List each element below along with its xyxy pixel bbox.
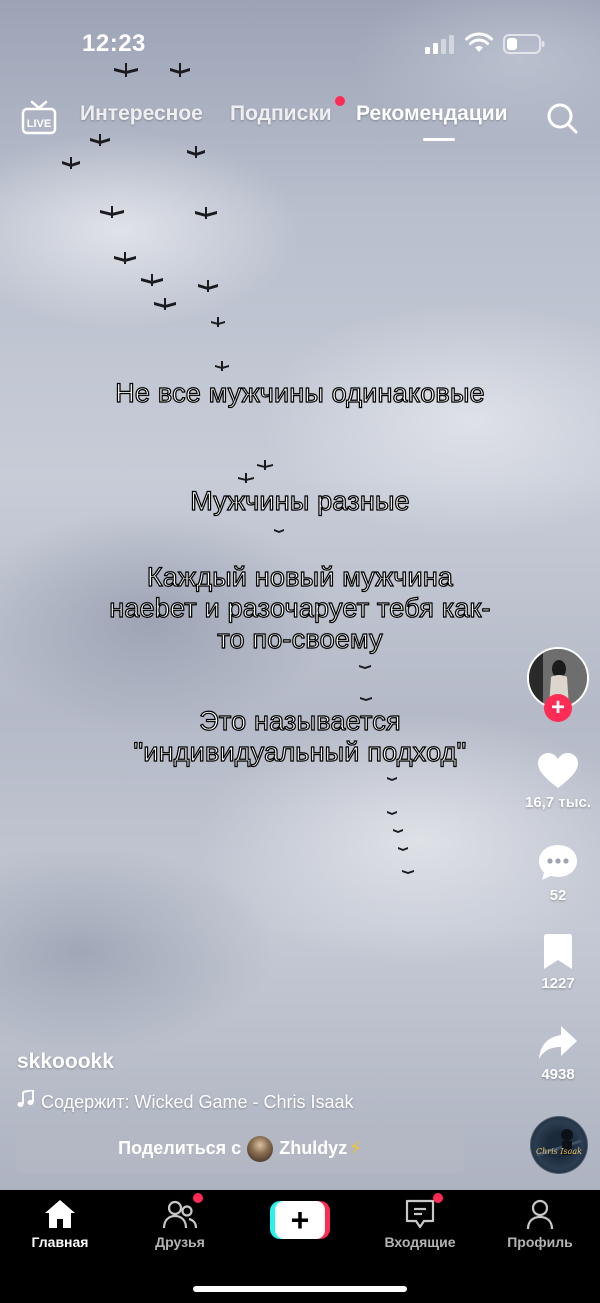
home-icon (45, 1200, 75, 1228)
tab-for-you[interactable]: Рекомендации (356, 102, 508, 126)
favorite-button[interactable]: 1227 (518, 933, 598, 992)
save-count: 1227 (541, 975, 575, 992)
live-label: LIVE (27, 118, 51, 130)
album-art-label: Chris Isaak (536, 1147, 582, 1156)
following-notification-dot (335, 96, 345, 106)
nav-inbox-label: Входящие (384, 1234, 456, 1250)
like-count: 16,7 тыс. (524, 794, 592, 811)
cellular-signal-icon (425, 35, 454, 54)
nav-profile[interactable]: Профиль (490, 1198, 590, 1250)
like-button[interactable]: 16,7 тыс. (518, 752, 598, 811)
comment-icon (539, 845, 577, 880)
music-note-icon (17, 1090, 34, 1107)
tab-explore[interactable]: Интересное (80, 102, 203, 126)
battery-icon (503, 34, 545, 54)
tab-following[interactable]: Подписки (230, 102, 332, 126)
home-indicator (193, 1286, 407, 1292)
status-time: 12:23 (82, 30, 146, 57)
video-caption-line: Это называется "индивидуальный подход" (133, 705, 467, 767)
nav-profile-label: Профиль (507, 1234, 573, 1250)
inbox-notification-dot (433, 1193, 443, 1203)
plus-icon: + (275, 1201, 325, 1239)
friends-notification-dot (193, 1193, 203, 1203)
nav-home[interactable]: Главная (10, 1198, 110, 1250)
video-caption-line: Мужчины разные (190, 485, 411, 516)
share-with-contact-bar[interactable]: Поделиться с Zhuldyz ⚡ (16, 1124, 464, 1173)
share-arrow-icon (539, 1026, 577, 1059)
lightning-emoji: ⚡ (349, 1138, 362, 1158)
contact-name: Zhuldyz (279, 1138, 348, 1158)
active-tab-indicator (423, 138, 455, 141)
comment-count: 52 (549, 887, 567, 904)
top-navigation: LIVE Интересное Подписки Рекомендации (0, 92, 600, 142)
status-bar: 12:23 (0, 0, 600, 80)
wifi-icon (465, 32, 493, 52)
share-count: 4938 (541, 1066, 575, 1083)
bookmark-icon (544, 934, 572, 969)
friends-icon (162, 1200, 198, 1229)
nav-friends[interactable]: Друзья (130, 1198, 230, 1250)
inbox-icon (405, 1199, 435, 1229)
nav-home-label: Главная (31, 1234, 89, 1250)
nav-friends-label: Друзья (155, 1234, 205, 1250)
profile-icon (526, 1199, 554, 1230)
video-caption-line: Не все мужчины одинаковые (115, 377, 486, 408)
music-title: Содержит: Wicked Game - Chris Isaak (41, 1092, 354, 1112)
heart-icon (538, 753, 578, 788)
share-button[interactable]: 4938 (518, 1024, 598, 1083)
nav-inbox[interactable]: Входящие (370, 1198, 470, 1250)
music-disc-button[interactable]: Chris Isaak (530, 1116, 588, 1174)
follow-plus-button[interactable]: + (544, 694, 572, 722)
contact-avatar (247, 1135, 274, 1162)
video-caption-line: Каждый новый мужчина наеbет и разочарует… (109, 561, 492, 654)
music-info[interactable]: Содержит: Wicked Game - Chris Isaak (17, 1090, 354, 1113)
comment-button[interactable]: 52 (518, 843, 598, 904)
search-icon[interactable] (544, 100, 580, 136)
share-with-label: Поделиться с (118, 1138, 242, 1158)
creator-username[interactable]: skkoookk (17, 1050, 114, 1074)
create-video-button[interactable]: + (270, 1201, 330, 1239)
album-art-image (536, 1129, 582, 1157)
live-icon[interactable]: LIVE (20, 100, 58, 136)
